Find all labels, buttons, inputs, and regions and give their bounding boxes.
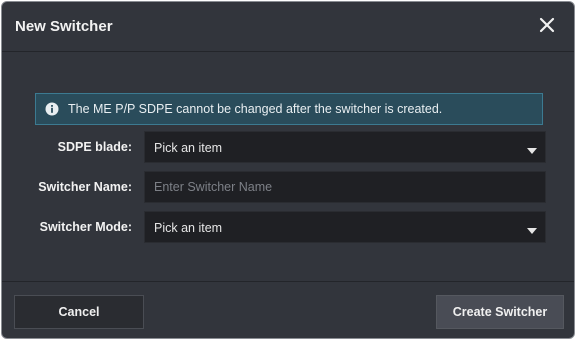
info-message: The ME P/P SDPE cannot be changed after … (68, 102, 443, 116)
info-icon (45, 102, 59, 116)
caret-down-icon (527, 144, 537, 154)
new-switcher-dialog: New Switcher The ME P/P SDPE cannot be c… (1, 1, 575, 339)
sdpe-blade-value: Pick an item (154, 141, 223, 155)
close-icon[interactable] (538, 16, 556, 34)
switcher-name-field-wrapper (144, 171, 546, 203)
caret-down-icon (527, 224, 537, 234)
sdpe-blade-select[interactable]: Pick an item (144, 131, 546, 163)
dialog-footer: Cancel Create Switcher (2, 281, 574, 338)
sdpe-blade-row: SDPE blade: Pick an item (2, 131, 574, 163)
switcher-name-row: Switcher Name: (2, 171, 574, 203)
switcher-mode-value: Pick an item (154, 221, 223, 235)
switcher-mode-select[interactable]: Pick an item (144, 211, 546, 243)
dialog-title: New Switcher (15, 18, 113, 35)
cancel-button[interactable]: Cancel (14, 295, 144, 329)
switcher-mode-label: Switcher Mode: (39, 220, 132, 234)
switcher-mode-row: Switcher Mode: Pick an item (2, 211, 574, 243)
switcher-name-input[interactable] (145, 172, 545, 202)
switcher-name-label: Switcher Name: (38, 180, 132, 194)
create-switcher-button[interactable]: Create Switcher (436, 295, 564, 329)
dialog-header: New Switcher (2, 2, 574, 52)
info-banner: The ME P/P SDPE cannot be changed after … (35, 93, 543, 125)
sdpe-blade-label: SDPE blade: (57, 140, 132, 154)
